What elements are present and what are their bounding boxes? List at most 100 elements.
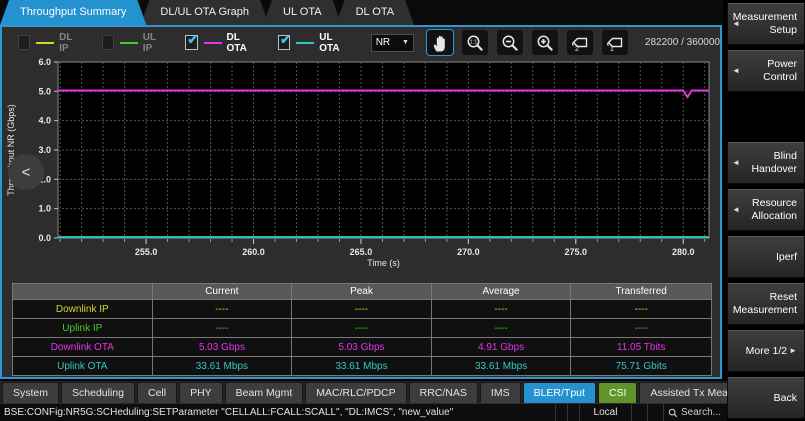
zoom-one-to-one-button[interactable]: 1:1: [461, 29, 489, 56]
tab-dl-ota[interactable]: DL OTA: [336, 0, 415, 25]
status-cell: [555, 404, 567, 421]
bottom-tab-system[interactable]: System: [2, 382, 59, 403]
cell-value: 11.05 Tbits: [571, 338, 711, 356]
sidebar-button-label: Power Control: [740, 58, 797, 83]
bottom-tab-csi[interactable]: CSI: [598, 382, 638, 403]
sidebar-button-resource-allocation[interactable]: ◄Resource Allocation: [727, 189, 805, 231]
bottom-tab-beam-mgmt[interactable]: Beam Mgmt: [225, 382, 304, 403]
mode-indicator: Local: [579, 404, 631, 421]
cell-value: 75.71 Gbits: [571, 357, 711, 375]
cell-value: 5.03 Gbps: [153, 338, 293, 356]
svg-text:260.0: 260.0: [242, 247, 265, 257]
legend-item-ul-ip: UL IP: [102, 32, 164, 54]
marker-1-button[interactable]: 1: [601, 29, 629, 56]
cell-value: ----: [432, 319, 572, 337]
row-label: Uplink IP: [13, 319, 153, 337]
sidebar-button-back[interactable]: Back: [727, 377, 805, 419]
right-arrow-icon: ►: [789, 346, 797, 356]
bottom-tab-cell[interactable]: Cell: [137, 382, 177, 403]
sidebar-button-label: Blind Handover: [740, 150, 797, 175]
status-cell: [647, 404, 663, 421]
zoom-out-icon: [500, 33, 520, 53]
sidebar-button-more-1-2[interactable]: More 1/2►: [727, 330, 805, 372]
marker-2-icon: 2: [570, 33, 590, 53]
left-arrow-icon: ◄: [732, 19, 740, 29]
sidebar-button-blind-handover[interactable]: ◄Blind Handover: [727, 142, 805, 184]
checkbox-dl-ip[interactable]: [18, 35, 30, 50]
bottom-tab-phy[interactable]: PHY: [179, 382, 223, 403]
pan-hand-button[interactable]: [426, 29, 454, 56]
tab-ul-ota[interactable]: UL OTA: [263, 0, 342, 25]
bottom-tab-bler-tput[interactable]: BLER/Tput: [523, 382, 596, 403]
left-arrow-icon: ◄: [732, 205, 740, 215]
sidebar-button-measurement-setup[interactable]: ◄Measurement Setup: [727, 3, 805, 45]
sidebar-spacer: [727, 97, 805, 137]
checkbox-ul-ip[interactable]: [102, 35, 114, 50]
zoom-out-button[interactable]: [496, 29, 524, 56]
bottom-tab-rrc-nas[interactable]: RRC/NAS: [409, 382, 478, 403]
throughput-chart[interactable]: 0.01.02.03.04.05.06.0255.0260.0265.0270.…: [2, 58, 720, 275]
checkbox-ul-ota[interactable]: ✔: [278, 35, 291, 50]
cell-value: 33.61 Mbps: [153, 357, 293, 375]
sidebar-button-power-control[interactable]: ◄Power Control: [727, 50, 805, 92]
check-icon: ✔: [187, 32, 198, 48]
svg-text:280.0: 280.0: [672, 247, 695, 257]
chart-toolbar: 1:1: [426, 29, 629, 56]
marker-2-button[interactable]: 2: [566, 29, 594, 56]
sidebar: ◄Measurement Setup◄Power Control◄Blind H…: [727, 0, 805, 421]
svg-text:255.0: 255.0: [135, 247, 158, 257]
svg-text:275.0: 275.0: [565, 247, 588, 257]
zoom-one-to-one-icon: 1:1: [465, 33, 485, 53]
collapse-panel-handle[interactable]: <: [8, 154, 44, 190]
status-bar: BSE:CONFig:NR5G:SCHeduling:SETParameter …: [0, 403, 727, 421]
tab-throughput-summary[interactable]: Throughput Summary: [0, 0, 146, 25]
svg-text:Time (s): Time (s): [367, 258, 400, 268]
scpi-command-text: BSE:CONFig:NR5G:SCHeduling:SETParameter …: [0, 407, 555, 418]
bottom-tab-mac-rlc-pdcp[interactable]: MAC/RLC/PDCP: [305, 382, 406, 403]
svg-text:3.0: 3.0: [38, 145, 51, 155]
cell-value: 5.03 Gbps: [292, 338, 432, 356]
chevron-left-icon: <: [22, 164, 31, 181]
sample-counter: 282200 / 360000: [645, 37, 720, 48]
ran-mode-select[interactable]: NR ▼: [371, 34, 414, 52]
legend-item-ul-ota: ✔UL OTA: [278, 32, 349, 54]
sidebar-button-reset-measurement[interactable]: Reset Measurement: [727, 283, 805, 325]
zoom-in-button[interactable]: [531, 29, 559, 56]
svg-text:6.0: 6.0: [38, 58, 51, 67]
column-header-transferred: Transferred: [571, 284, 711, 299]
legend-items: DL IP UL IP ✔ DL OTA ✔UL OTA: [18, 32, 371, 54]
legend-label: DL IP: [59, 32, 79, 54]
svg-text:2: 2: [575, 46, 579, 53]
svg-text:1: 1: [610, 46, 614, 53]
legend-item-dl-ip: DL IP: [18, 32, 80, 54]
search-box[interactable]: Search...: [663, 404, 727, 421]
throughput-summary-panel: DL IP UL IP ✔ DL OTA ✔UL OTA NR ▼ 1:1: [0, 25, 722, 379]
sidebar-button-label: Reset Measurement: [733, 291, 797, 316]
left-arrow-icon: ◄: [732, 158, 740, 168]
sidebar-button-label: Back: [774, 392, 797, 405]
bottom-tab-scheduling[interactable]: Scheduling: [61, 382, 135, 403]
row-label: Downlink IP: [13, 300, 153, 318]
table-header-row: CurrentPeakAverageTransferred: [13, 284, 711, 300]
cell-value: 33.61 Mbps: [292, 357, 432, 375]
line-swatch: [296, 42, 314, 44]
chart-region: 0.01.02.03.04.05.06.0255.0260.0265.0270.…: [2, 58, 720, 275]
cell-value: ----: [571, 300, 711, 318]
legend-toolbar-row: DL IP UL IP ✔ DL OTA ✔UL OTA NR ▼ 1:1: [2, 27, 720, 58]
table-row-uplink-ip: Uplink IP----------------: [13, 319, 711, 338]
table-row-downlink-ip: Downlink IP----------------: [13, 300, 711, 319]
svg-text:0.0: 0.0: [38, 233, 51, 243]
bottom-tab-ims[interactable]: IMS: [480, 382, 521, 403]
top-tab-bar: Throughput SummaryDL/UL OTA GraphUL OTAD…: [0, 0, 723, 25]
cell-value: 4.91 Gbps: [432, 338, 572, 356]
sidebar-button-iperf[interactable]: Iperf: [727, 236, 805, 278]
status-cell: [631, 404, 647, 421]
column-header-peak: Peak: [292, 284, 432, 299]
tab-dl-ul-ota-graph[interactable]: DL/UL OTA Graph: [140, 0, 269, 25]
sidebar-button-label: Iperf: [776, 251, 797, 264]
row-label: Uplink OTA: [13, 357, 153, 375]
table-row-uplink-ota: Uplink OTA33.61 Mbps33.61 Mbps33.61 Mbps…: [13, 357, 711, 375]
legend-label: DL OTA: [227, 32, 256, 54]
svg-text:1:1: 1:1: [470, 39, 478, 45]
checkbox-dl-ota[interactable]: ✔: [185, 35, 198, 50]
